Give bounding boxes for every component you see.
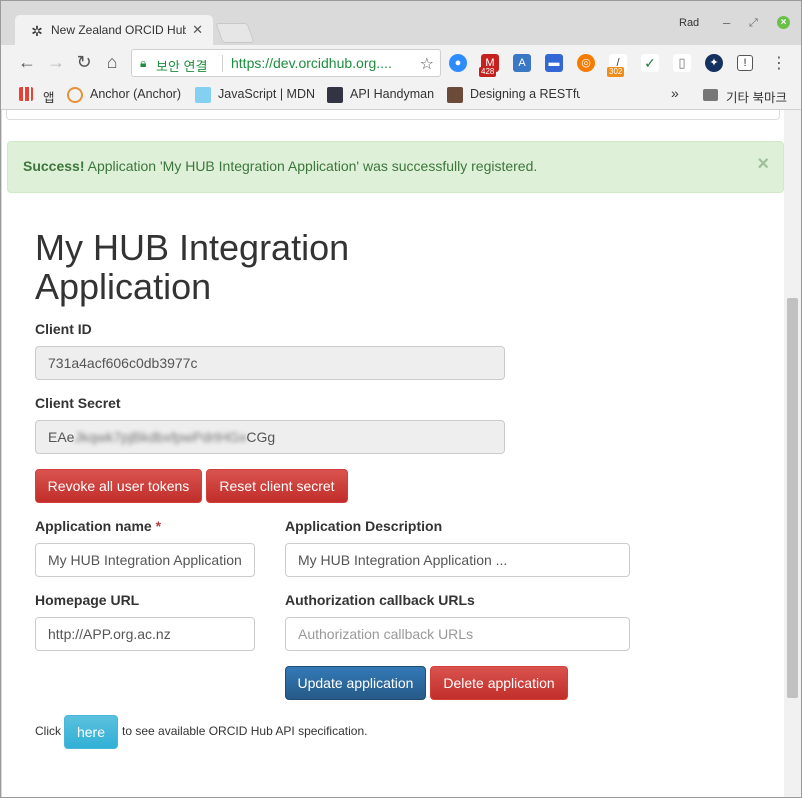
client-id-field[interactable]: 731a4acf606c0db3977c — [35, 346, 505, 380]
client-secret-field[interactable]: EAeJkqwk7pjBkdbxfpwPdrtHGxCGg — [35, 420, 505, 454]
title-bar: ✲ New Zealand ORCID Hub ✕ Rad – ⤢ × — [1, 1, 801, 45]
reset-secret-button[interactable]: Reset client secret — [206, 469, 348, 503]
update-application-button[interactable]: Update application — [285, 666, 426, 700]
bookmark-apps[interactable]: 앱 — [43, 87, 55, 106]
zoom-extension-icon[interactable]: ● — [449, 54, 467, 72]
lifebuoy-extension-icon[interactable]: ◎ — [577, 54, 595, 72]
check-extension-icon[interactable]: ✓ — [641, 54, 659, 72]
bookmark-other[interactable]: 기타 북마크 — [726, 87, 787, 106]
gmail-badge: 428 — [479, 67, 497, 77]
folder-icon — [703, 89, 718, 101]
alert-strong: Success! — [23, 158, 85, 174]
client-secret-end: CGg — [246, 429, 276, 445]
page-scrollbar[interactable] — [784, 110, 801, 797]
reader-extension-icon[interactable]: ▯ — [673, 54, 691, 72]
revoke-tokens-button[interactable]: Revoke all user tokens — [35, 469, 202, 503]
chrome-menu-icon[interactable]: ⋮ — [771, 53, 787, 73]
api-spec-here-button[interactable]: here — [64, 715, 118, 749]
home-icon[interactable]: ⌂ — [102, 52, 122, 73]
browser-window: ✲ New Zealand ORCID Hub ✕ Rad – ⤢ × ← → … — [0, 0, 802, 798]
app-name-label: Application name * — [35, 518, 162, 534]
footer-prefix: Click — [35, 724, 61, 738]
client-secret-label: Client Secret — [35, 395, 121, 411]
required-marker: * — [155, 518, 162, 534]
mdn-favicon-icon — [195, 87, 211, 103]
minimize-icon[interactable]: – — [723, 15, 730, 30]
alert-message: Application 'My HUB Integration Applicat… — [84, 158, 538, 174]
anchor-favicon-icon — [67, 87, 83, 103]
address-separator — [222, 55, 223, 72]
address-bar[interactable]: 🔒︎ 보안 연결 https://dev.orcidhub.org.... ☆ — [131, 49, 441, 77]
callback-urls-input[interactable]: Authorization callback URLs — [285, 617, 630, 651]
security-label: 보안 연결 — [156, 59, 208, 74]
window-extension-icon[interactable]: ▬ — [545, 54, 563, 72]
browser-tab[interactable]: ✲ New Zealand ORCID Hub ✕ — [15, 15, 213, 45]
lock-icon: 🔒︎ — [140, 56, 147, 70]
bookmark-api-handyman[interactable]: API Handyman — [350, 87, 434, 101]
compass-extension-icon[interactable]: ✦ — [705, 54, 723, 72]
bookmark-restful[interactable]: Designing a RESTful — [470, 87, 580, 101]
client-secret-start: EAe — [48, 429, 75, 445]
tab-title: New Zealand ORCID Hub — [51, 23, 186, 37]
tab-close-icon[interactable]: ✕ — [192, 22, 203, 38]
bookmarks-bar: 앱 Anchor (Anchor) JavaScript | MDN API H… — [1, 81, 801, 110]
navbar-bottom-edge — [6, 110, 780, 120]
page-title: My HUB Integration Application — [35, 227, 350, 307]
client-id-label: Client ID — [35, 321, 92, 337]
new-tab-button[interactable] — [215, 23, 255, 43]
back-icon[interactable]: ← — [17, 52, 37, 73]
bookmark-anchor[interactable]: Anchor (Anchor) — [90, 87, 181, 101]
url-text[interactable]: https://dev.orcidhub.org.... — [231, 55, 392, 71]
app-name-input[interactable]: My HUB Integration Application — [35, 543, 255, 577]
scrollbar-thumb[interactable] — [787, 298, 798, 698]
callback-urls-label: Authorization callback URLs — [285, 592, 475, 608]
reload-icon[interactable]: ↻ — [74, 52, 94, 73]
forward-icon[interactable]: → — [46, 52, 66, 73]
bookmark-mdn[interactable]: JavaScript | MDN — [218, 87, 315, 101]
page-content: Success! Application 'My HUB Integration… — [2, 110, 784, 797]
app-description-label: Application Description — [285, 518, 443, 534]
homepage-url-input[interactable]: http://APP.org.ac.nz — [35, 617, 255, 651]
bookmark-star-icon[interactable]: ☆ — [420, 54, 434, 74]
homepage-url-label: Homepage URL — [35, 592, 140, 608]
api-handyman-favicon-icon — [327, 87, 343, 103]
browser-toolbar: ← → ↻ ⌂ 🔒︎ 보안 연결 https://dev.orcidhub.or… — [1, 45, 801, 81]
alert-close-icon[interactable]: × — [757, 153, 769, 176]
pen-extension-badge: 302 — [607, 67, 625, 77]
maximize-icon[interactable]: ⤢ — [749, 17, 758, 30]
orcid-hub-favicon-icon: ✲ — [31, 23, 43, 39]
success-alert: Success! Application 'My HUB Integration… — [7, 141, 784, 193]
app-description-input[interactable]: My HUB Integration Application ... — [285, 543, 630, 577]
restful-favicon-icon — [447, 87, 463, 103]
window-close-icon[interactable]: × — [777, 16, 790, 29]
apps-grid-icon[interactable] — [19, 87, 33, 101]
profile-name[interactable]: Rad — [679, 17, 699, 29]
translate-extension-icon[interactable]: A — [513, 54, 531, 72]
delete-application-button[interactable]: Delete application — [430, 666, 568, 700]
footer-suffix: to see available ORCID Hub API specifica… — [122, 724, 368, 738]
client-secret-obscured: Jkqwk7pjBkdbxfpwPdrtHGx — [74, 429, 247, 445]
bookmarks-overflow-icon[interactable]: » — [671, 85, 679, 101]
bulb-extension-icon[interactable]: ! — [737, 55, 753, 71]
